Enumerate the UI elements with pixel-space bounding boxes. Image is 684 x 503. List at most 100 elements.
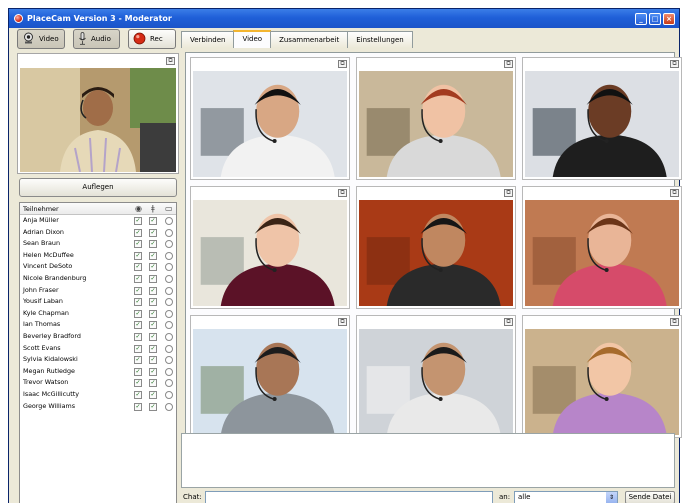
video-checkbox[interactable]: ✓ — [134, 390, 142, 399]
video-checkbox[interactable]: ✓ — [134, 356, 142, 365]
undock-icon[interactable]: ⧉ — [670, 189, 679, 197]
audio-checkbox[interactable]: ✓ — [149, 402, 157, 411]
chat-input[interactable] — [205, 491, 493, 503]
tab-verbinden[interactable]: Verbinden — [181, 31, 235, 48]
video-tile[interactable]: ⧉ — [190, 186, 350, 309]
video-checkbox[interactable]: ✓ — [134, 263, 142, 272]
file-radio[interactable] — [165, 321, 173, 330]
participant-row[interactable]: Vincent DeSoto ✓ ✓ — [20, 261, 176, 273]
video-checkbox[interactable]: ✓ — [134, 321, 142, 330]
participant-row[interactable]: Nicole Brandenburg ✓ ✓ — [20, 273, 176, 285]
file-radio[interactable] — [165, 274, 173, 283]
video-tile[interactable]: ⧉ — [190, 57, 350, 180]
file-radio[interactable] — [165, 402, 173, 411]
undock-icon[interactable]: ⧉ — [670, 318, 679, 326]
video-checkbox[interactable]: ✓ — [134, 240, 142, 249]
file-radio[interactable] — [165, 263, 173, 272]
close-button[interactable]: × — [663, 12, 675, 25]
participant-row[interactable]: John Fraser ✓ ✓ — [20, 285, 176, 297]
title-bar[interactable]: PlaceCam Version 3 - Moderator _ □ × — [9, 9, 679, 28]
audio-checkbox[interactable]: ✓ — [149, 263, 157, 272]
chat-log[interactable] — [181, 433, 675, 488]
audio-checkbox[interactable]: ✓ — [149, 390, 157, 399]
participant-row[interactable]: Isaac McGillicutty ✓ ✓ — [20, 389, 176, 401]
undock-icon[interactable]: ⧉ — [504, 318, 513, 326]
participant-row[interactable]: Anja Müller ✓ ✓ — [20, 215, 176, 227]
file-radio[interactable] — [165, 356, 173, 365]
participant-row[interactable]: Ian Thomas ✓ ✓ — [20, 319, 176, 331]
audio-checkbox[interactable]: ✓ — [149, 332, 157, 341]
file-radio[interactable] — [165, 217, 173, 225]
participant-row[interactable]: Adrian Dixon ✓ ✓ — [20, 227, 176, 239]
file-radio[interactable] — [165, 332, 173, 341]
file-radio[interactable] — [165, 286, 173, 295]
audio-checkbox[interactable]: ✓ — [149, 356, 157, 365]
participant-row[interactable]: Scott Evans ✓ ✓ — [20, 343, 176, 355]
tab-zusammenarbeit[interactable]: Zusammenarbeit — [270, 31, 349, 48]
audio-checkbox[interactable]: ✓ — [149, 344, 157, 353]
audio-checkbox[interactable]: ✓ — [149, 286, 157, 295]
audio-checkbox[interactable]: ✓ — [149, 217, 157, 225]
record-button[interactable]: Rec — [128, 29, 176, 49]
file-radio[interactable] — [165, 298, 173, 307]
file-radio[interactable] — [165, 344, 173, 353]
participant-row[interactable]: Trevor Watson ✓ ✓ — [20, 377, 176, 389]
audio-checkbox[interactable]: ✓ — [149, 367, 157, 376]
participant-row[interactable]: George Williams ✓ ✓ — [20, 401, 176, 413]
undock-icon[interactable]: ⧉ — [338, 189, 347, 197]
undock-icon[interactable]: ⧉ — [504, 189, 513, 197]
participant-row[interactable]: Megan Rutledge ✓ ✓ — [20, 366, 176, 378]
file-radio[interactable] — [165, 228, 173, 237]
file-radio[interactable] — [165, 240, 173, 249]
undock-icon[interactable]: ⧉ — [166, 57, 175, 65]
undock-icon[interactable]: ⧉ — [338, 318, 347, 326]
file-radio[interactable] — [165, 251, 173, 260]
participant-row[interactable]: Beverley Bradford ✓ ✓ — [20, 331, 176, 343]
participant-row[interactable]: Kyle Chapman ✓ ✓ — [20, 308, 176, 320]
video-tile[interactable]: ⧉ — [356, 57, 516, 180]
tab-video[interactable]: Video — [233, 30, 272, 48]
video-checkbox[interactable]: ✓ — [134, 379, 142, 388]
video-tile[interactable]: ⧉ — [522, 57, 682, 180]
video-checkbox[interactable]: ✓ — [134, 286, 142, 295]
video-checkbox[interactable]: ✓ — [134, 309, 142, 318]
audio-checkbox[interactable]: ✓ — [149, 274, 157, 283]
file-radio[interactable] — [165, 367, 173, 376]
video-tile[interactable]: ⧉ — [356, 186, 516, 309]
participant-row[interactable]: Sylvia Kidalowski ✓ ✓ — [20, 354, 176, 366]
video-tile[interactable]: ⧉ — [522, 315, 682, 438]
send-file-button[interactable]: Sende Datei — [625, 491, 675, 503]
video-tile[interactable]: ⧉ — [522, 186, 682, 309]
tab-einstellungen[interactable]: Einstellungen — [347, 31, 413, 48]
audio-toggle-button[interactable]: Audio — [73, 29, 120, 49]
participant-row[interactable]: Sean Braun ✓ ✓ — [20, 238, 176, 250]
recipient-select[interactable]: alle ⇕ — [514, 491, 618, 503]
video-checkbox[interactable]: ✓ — [134, 402, 142, 411]
video-checkbox[interactable]: ✓ — [134, 332, 142, 341]
audio-checkbox[interactable]: ✓ — [149, 251, 157, 260]
file-radio[interactable] — [165, 379, 173, 388]
file-radio[interactable] — [165, 309, 173, 318]
file-radio[interactable] — [165, 390, 173, 399]
video-tile[interactable]: ⧉ — [356, 315, 516, 438]
video-tile[interactable]: ⧉ — [190, 315, 350, 438]
participant-row[interactable]: Yousif Laban ✓ ✓ — [20, 296, 176, 308]
audio-checkbox[interactable]: ✓ — [149, 228, 157, 237]
video-checkbox[interactable]: ✓ — [134, 228, 142, 237]
audio-checkbox[interactable]: ✓ — [149, 240, 157, 249]
audio-checkbox[interactable]: ✓ — [149, 298, 157, 307]
audio-checkbox[interactable]: ✓ — [149, 321, 157, 330]
video-checkbox[interactable]: ✓ — [134, 298, 142, 307]
minimize-button[interactable]: _ — [635, 12, 647, 25]
undock-icon[interactable]: ⧉ — [670, 60, 679, 68]
video-checkbox[interactable]: ✓ — [134, 251, 142, 260]
maximize-button[interactable]: □ — [649, 12, 661, 25]
undock-icon[interactable]: ⧉ — [504, 60, 513, 68]
hangup-button[interactable]: Auflegen — [19, 178, 177, 197]
video-checkbox[interactable]: ✓ — [134, 344, 142, 353]
video-checkbox[interactable]: ✓ — [134, 274, 142, 283]
video-toggle-button[interactable]: Video — [17, 29, 65, 49]
video-checkbox[interactable]: ✓ — [134, 217, 142, 225]
undock-icon[interactable]: ⧉ — [338, 60, 347, 68]
participant-row[interactable]: Helen McDuffee ✓ ✓ — [20, 250, 176, 262]
